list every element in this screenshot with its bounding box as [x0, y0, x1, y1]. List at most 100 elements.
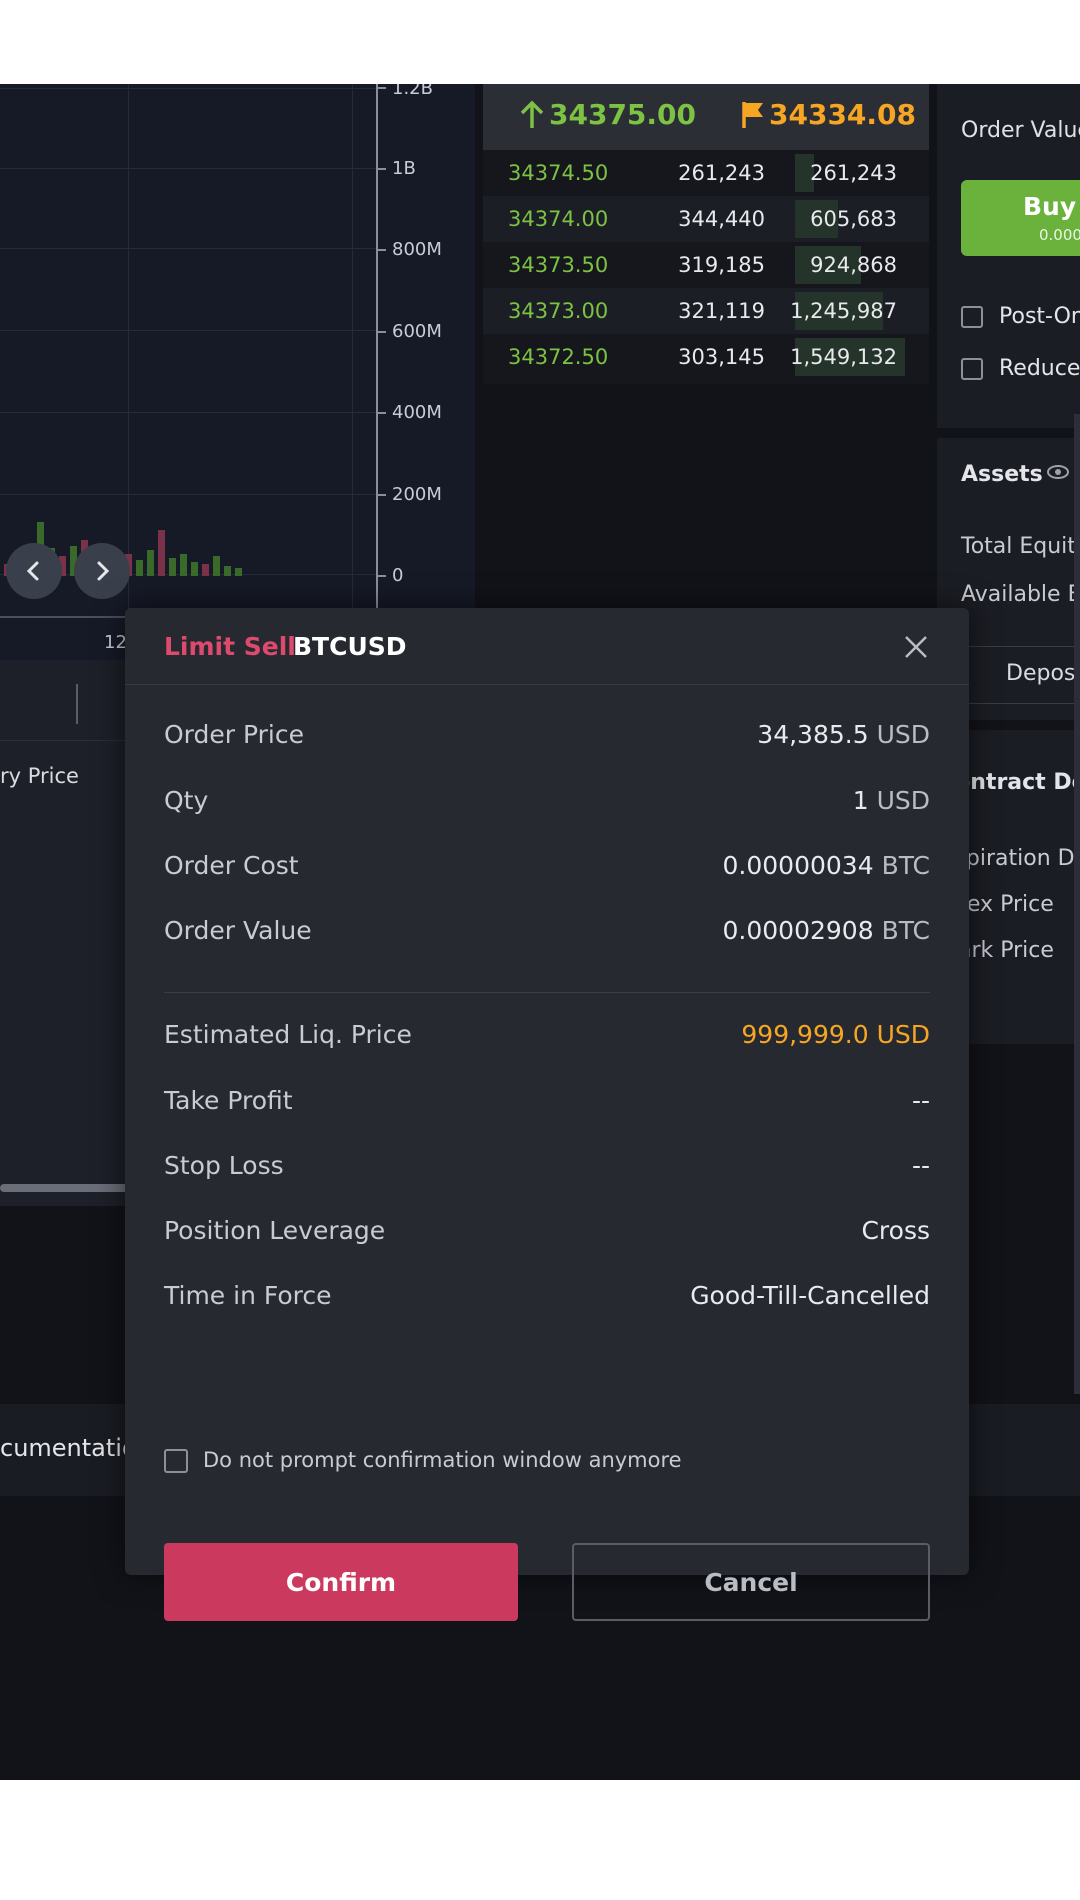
order-value-label: Order Value	[961, 118, 1080, 143]
orderbook-row[interactable]: 34374.50 261,243 261,243	[483, 150, 929, 196]
order-value-value: 0.00002908 BTC	[722, 916, 930, 945]
orderbook-price: 34373.00	[508, 299, 609, 323]
assets-title: Assets	[961, 462, 1043, 487]
deposit-label: Deposi	[1006, 661, 1080, 686]
stop-loss-label: Stop Loss	[164, 1151, 284, 1180]
close-icon[interactable]	[901, 632, 931, 662]
orderbook-total: 261,243	[810, 161, 897, 185]
order-value-row: Order Value 0.00002908 BTC	[164, 912, 930, 952]
take-profit-value: --	[911, 1086, 930, 1115]
position-leverage-row: Position Leverage Cross	[164, 1212, 930, 1252]
y-tick-label: 0	[392, 565, 404, 586]
orderbook-price: 34374.00	[508, 207, 609, 231]
y-tick	[378, 168, 386, 170]
flag-icon	[742, 102, 763, 128]
orderbook-total: 1,549,132	[790, 345, 897, 369]
y-tick	[378, 575, 386, 577]
documentation-link[interactable]: cumentatio	[0, 1434, 137, 1462]
orderbook-row[interactable]: 34372.50 303,145 1,549,132	[483, 334, 929, 380]
chart-next-button[interactable]	[74, 543, 130, 599]
orderbook: 34375.00 34334.08 34374.50 261,243 261,243…	[483, 84, 929, 384]
y-tick-label: 600M	[392, 321, 442, 342]
qty-row: Qty 1 USD	[164, 782, 930, 822]
orderbook-total: 605,683	[810, 207, 897, 231]
volume-bar	[147, 550, 154, 576]
orderbook-price: 34374.50	[508, 161, 609, 185]
post-only-label: Post-On	[999, 304, 1080, 329]
volume-bar	[224, 566, 231, 576]
vertical-scrollbar[interactable]	[1074, 414, 1080, 1394]
volume-bar	[202, 564, 209, 576]
chevron-left-icon	[26, 561, 39, 581]
total-equity-label: Total Equity	[961, 534, 1080, 559]
y-tick-label: 1B	[392, 158, 416, 179]
position-leverage-label: Position Leverage	[164, 1216, 386, 1245]
time-in-force-row: Time in Force Good-Till-Cancelled	[164, 1277, 930, 1317]
volume-bar	[136, 560, 143, 576]
orderbook-total: 1,245,987	[790, 299, 897, 323]
y-tick	[378, 87, 386, 89]
time-in-force-value: Good-Till-Cancelled	[690, 1281, 930, 1310]
cancel-button[interactable]: Cancel	[572, 1543, 930, 1621]
y-tick-label: 800M	[392, 239, 442, 260]
order-symbol: BTCUSD	[293, 632, 407, 661]
volume-bar	[158, 530, 165, 576]
orderbook-size: 303,145	[678, 345, 765, 369]
orderbook-row[interactable]: 34373.00 321,119 1,245,987	[483, 288, 929, 334]
reduce-only-checkbox[interactable]	[961, 358, 983, 380]
column-header-expiry-price: ry Price	[0, 764, 79, 788]
last-traded-price: 34375.00	[549, 98, 697, 131]
take-profit-label: Take Profit	[164, 1086, 293, 1115]
dialog-header: Limit Sell BTCUSD	[125, 608, 969, 685]
y-tick	[378, 249, 386, 251]
dont-prompt-checkbox[interactable]	[164, 1449, 188, 1473]
take-profit-row: Take Profit --	[164, 1082, 930, 1122]
y-axis	[376, 84, 378, 612]
qty-label: Qty	[164, 786, 209, 815]
order-cost-value: 0.00000034 BTC	[722, 851, 930, 880]
volume-bars	[0, 84, 376, 576]
arrow-up-icon	[520, 100, 544, 128]
stop-loss-row: Stop Loss --	[164, 1147, 930, 1187]
dialog-divider	[164, 992, 930, 993]
order-side-label: Limit Sell	[164, 632, 296, 661]
dont-prompt-label[interactable]: Do not prompt confirmation window anymor…	[203, 1448, 682, 1472]
y-tick-label: 1.2B	[392, 84, 433, 99]
time-in-force-label: Time in Force	[164, 1281, 332, 1310]
mark-price: 34334.08	[769, 98, 917, 131]
eye-icon[interactable]	[1047, 464, 1069, 485]
post-only-checkbox[interactable]	[961, 306, 983, 328]
buy-long-button[interactable]: Buy / 0.000	[961, 180, 1080, 256]
orderbook-row[interactable]: 34373.50 319,185 924,868	[483, 242, 929, 288]
volume-bar	[191, 562, 198, 576]
orderbook-size: 321,119	[678, 299, 765, 323]
orderbook-size: 344,440	[678, 207, 765, 231]
order-price-label: Order Price	[164, 720, 304, 749]
confirm-button[interactable]: Confirm	[164, 1543, 518, 1621]
available-balance-label: Available Ba	[961, 582, 1080, 607]
y-tick	[378, 412, 386, 414]
qty-value: 1 USD	[852, 786, 930, 815]
volume-bar	[213, 556, 220, 576]
horizontal-scrollbar[interactable]	[0, 1184, 130, 1192]
buy-button-label: Buy /	[1023, 192, 1080, 221]
stop-loss-value: --	[911, 1151, 930, 1180]
orderbook-price: 34372.50	[508, 345, 609, 369]
liq-price-value: 999,999.0 USD	[741, 1020, 930, 1049]
y-tick-label: 200M	[392, 484, 442, 505]
order-price-value: 34,385.5 USD	[757, 720, 930, 749]
liq-price-label: Estimated Liq. Price	[164, 1020, 412, 1049]
y-tick	[378, 331, 386, 333]
y-tick-label: 400M	[392, 402, 442, 423]
volume-bar	[169, 558, 176, 576]
orderbook-size: 261,243	[678, 161, 765, 185]
volume-chart[interactable]: 1.2B 1B 800M 600M 400M 200M 0 12	[0, 84, 475, 660]
tab-separator	[76, 684, 78, 724]
volume-bar	[180, 554, 187, 576]
x-tick-label: 12	[104, 632, 127, 653]
orderbook-row[interactable]: 34374.00 344,440 605,683	[483, 196, 929, 242]
liq-price-row: Estimated Liq. Price 999,999.0 USD	[164, 1016, 930, 1056]
section-divider	[937, 428, 1080, 438]
chart-prev-button[interactable]	[6, 543, 62, 599]
order-confirmation-dialog: Limit Sell BTCUSD Order Price 34,385.5 U…	[125, 608, 969, 1621]
